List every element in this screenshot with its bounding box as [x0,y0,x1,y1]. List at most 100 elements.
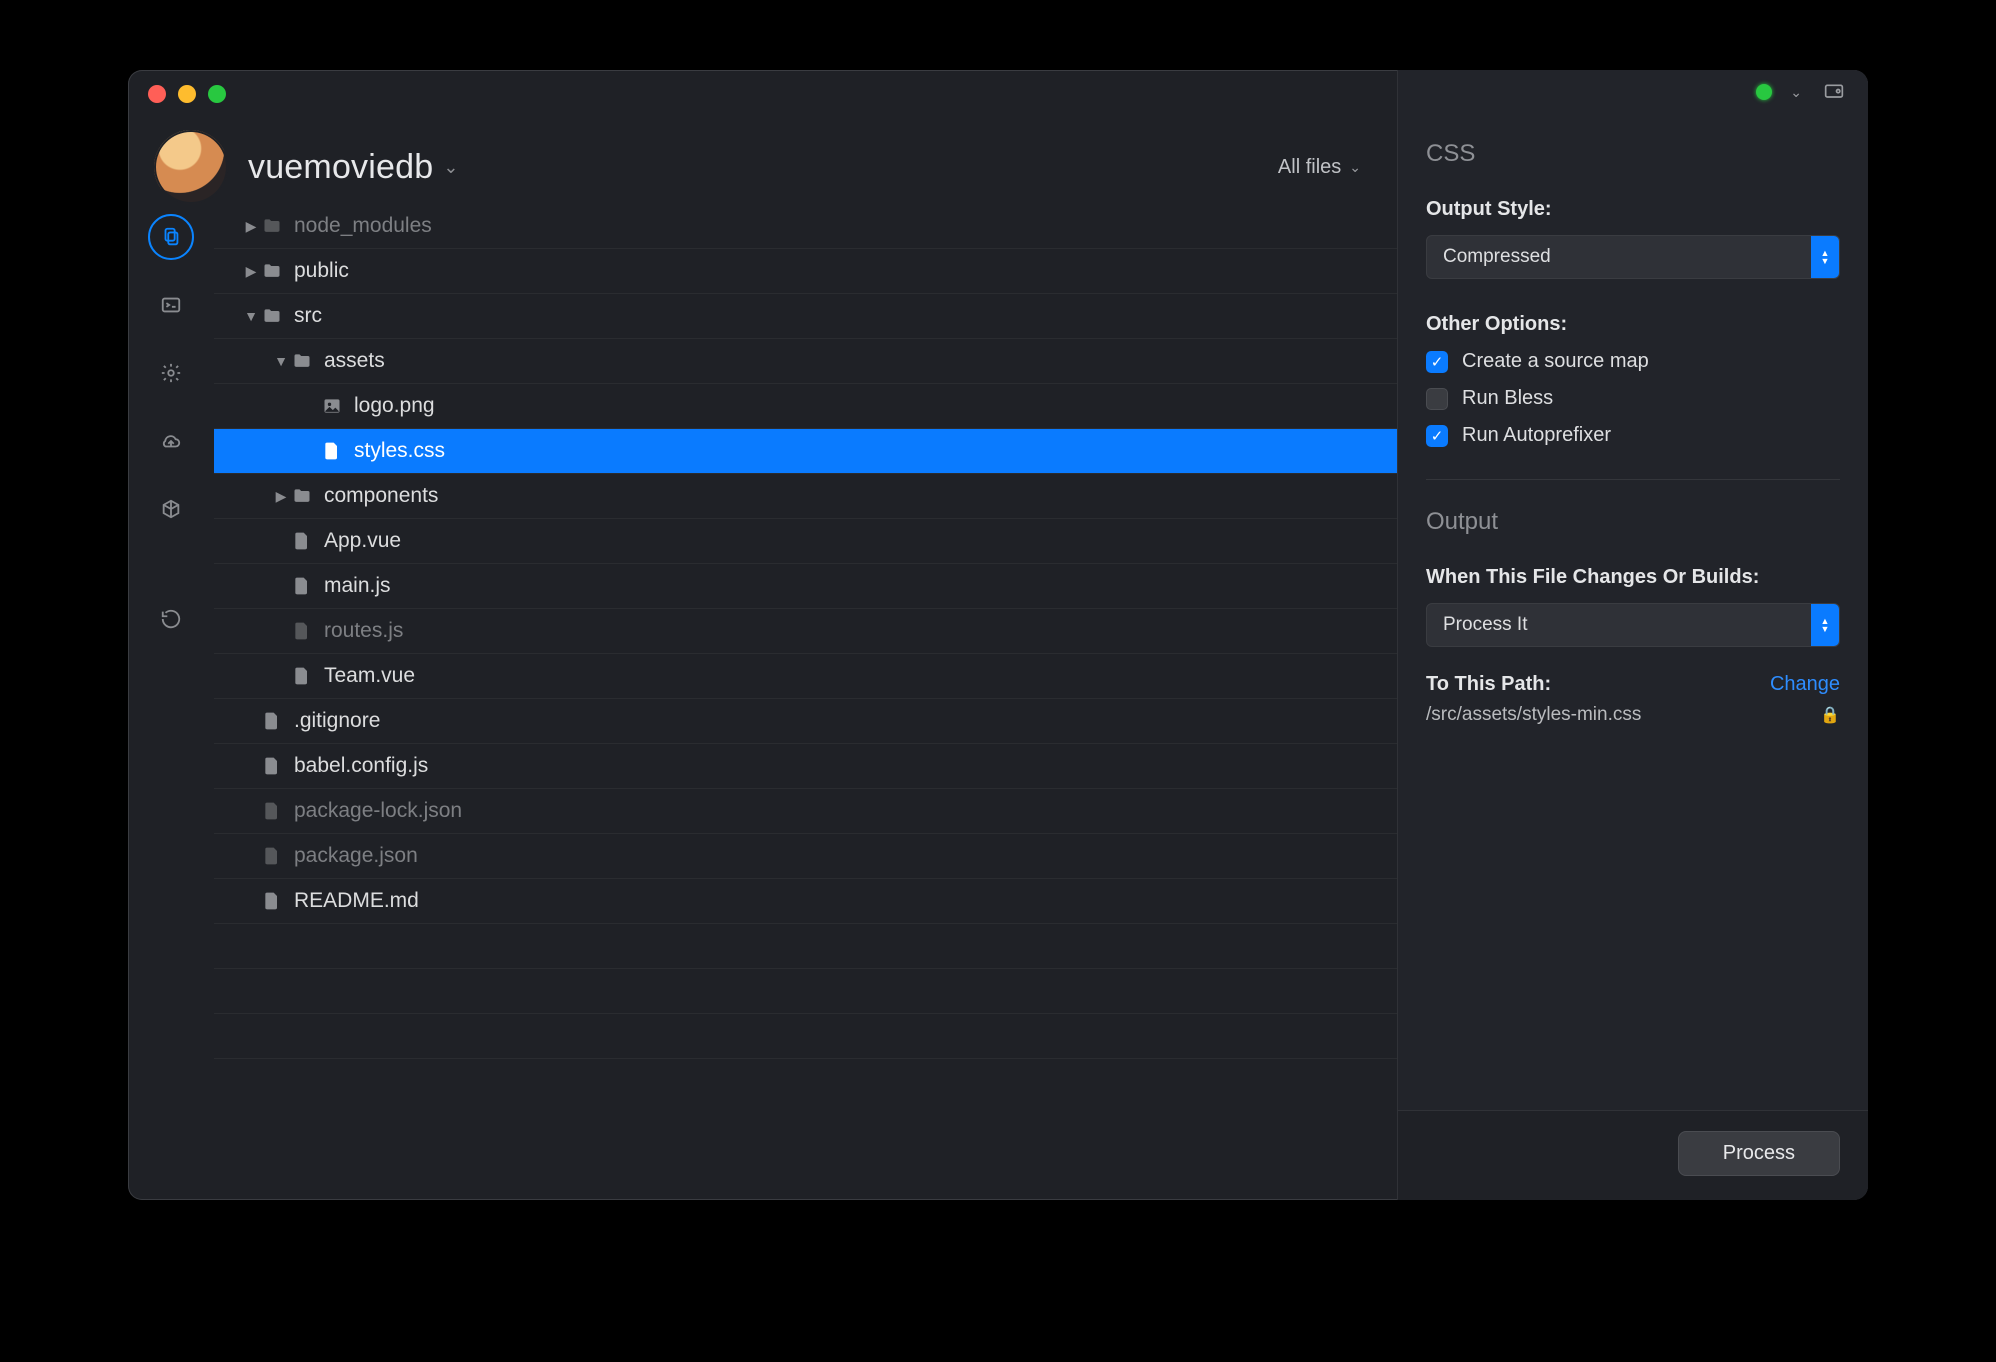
file-row[interactable]: package-lock.json [214,789,1397,834]
folder-icon [290,486,314,506]
preview-toggle-icon[interactable] [1820,82,1848,102]
sidebar-tab-packages[interactable] [148,486,194,532]
file-name-label: package-lock.json [294,799,462,823]
empty-row [214,1014,1397,1059]
folder-icon [260,306,284,326]
empty-row [214,969,1397,1014]
folder-row[interactable]: ▶ public [214,249,1397,294]
inspector-panel: CSS Output Style: Compressed ▲▼ Other Op… [1398,70,1868,1200]
file-name-label: logo.png [354,394,435,418]
output-style-select[interactable]: Compressed ▲▼ [1426,235,1840,279]
select-stepper-icon: ▲▼ [1811,236,1839,278]
zoom-window-button[interactable] [208,85,226,103]
file-name-label: babel.config.js [294,754,428,778]
option-autoprefixer[interactable]: ✓ Run Autoprefixer [1426,424,1840,447]
left-region: vuemoviedb ⌄ All files ⌄ [128,70,1398,1200]
file-name-label: README.md [294,889,419,913]
file-filter-label: All files [1278,156,1341,179]
file-row[interactable]: babel.config.js [214,744,1397,789]
other-options-label: Other Options: [1426,313,1840,336]
file-icon [290,666,314,686]
minimize-window-button[interactable] [178,85,196,103]
output-path-value: /src/assets/styles-min.css [1426,704,1641,726]
select-stepper-icon: ▲▼ [1811,604,1839,646]
file-name-label: components [324,484,438,508]
panel-section-title-css: CSS [1426,140,1840,168]
sidebar-tab-files[interactable] [148,214,194,260]
when-changes-value: Process It [1427,614,1811,636]
to-path-label: To This Path: [1426,673,1551,696]
file-name-label: src [294,304,322,328]
disclosure-arrow-icon[interactable]: ▼ [272,353,290,369]
option-run-bless[interactable]: Run Bless [1426,387,1840,410]
file-icon [260,711,284,731]
sidebar-tab-terminal[interactable] [148,282,194,328]
folder-icon [290,351,314,371]
folder-row[interactable]: ▶ components [214,474,1397,519]
file-row[interactable]: styles.css [214,429,1397,474]
divider [1426,479,1840,480]
file-name-label: public [294,259,349,283]
file-name-label: App.vue [324,529,401,553]
file-row[interactable]: .gitignore [214,699,1397,744]
file-name-label: main.js [324,574,391,598]
file-filter-dropdown[interactable]: All files ⌄ [1278,156,1361,179]
when-changes-label: When This File Changes Or Builds: [1426,566,1840,589]
file-name-label: routes.js [324,619,403,643]
checkbox-off-icon [1426,388,1448,410]
disclosure-arrow-icon[interactable]: ▶ [242,263,260,280]
panel-footer: Process [1398,1110,1868,1200]
project-avatar[interactable] [154,130,228,204]
sidebar-tab-rail [128,204,214,1200]
file-name-label: Team.vue [324,664,415,688]
folder-icon [260,216,284,236]
file-row[interactable]: README.md [214,879,1397,924]
chevron-down-icon: ⌄ [1349,159,1361,176]
project-name-dropdown[interactable]: vuemoviedb ⌄ [248,148,459,187]
option-label: Run Autoprefixer [1462,424,1611,447]
process-button[interactable]: Process [1678,1131,1840,1176]
titlebar: ⌄ [128,70,1868,118]
disclosure-arrow-icon[interactable]: ▶ [272,488,290,505]
chevron-down-icon: ⌄ [443,157,458,178]
window-controls [148,85,226,103]
when-changes-select[interactable]: Process It ▲▼ [1426,603,1840,647]
app-window: ⌄ vuemoviedb ⌄ All files ⌄ [128,70,1868,1200]
image-icon [320,396,344,416]
close-window-button[interactable] [148,85,166,103]
option-source-map[interactable]: ✓ Create a source map [1426,350,1840,373]
folder-row[interactable]: ▼ assets [214,339,1397,384]
file-row[interactable]: routes.js [214,609,1397,654]
file-name-label: package.json [294,844,418,868]
file-row[interactable]: App.vue [214,519,1397,564]
folder-icon [260,261,284,281]
file-icon [260,756,284,776]
file-icon [260,801,284,821]
checkbox-on-icon: ✓ [1426,425,1448,447]
sidebar-tab-refresh[interactable] [148,596,194,642]
file-tree: ▶node_modules▶public▼src▼assetslogo.pngs… [214,204,1397,1200]
folder-row[interactable]: ▼ src [214,294,1397,339]
file-icon [260,846,284,866]
file-name-label: assets [324,349,385,373]
option-label: Run Bless [1462,387,1553,410]
sidebar-tab-cloud[interactable] [148,418,194,464]
disclosure-arrow-icon[interactable]: ▼ [242,308,260,324]
status-menu-chevron-icon[interactable]: ⌄ [1790,84,1802,101]
checkbox-on-icon: ✓ [1426,351,1448,373]
file-row[interactable]: main.js [214,564,1397,609]
lock-icon: 🔒 [1820,705,1840,725]
file-icon [290,576,314,596]
project-header: vuemoviedb ⌄ All files ⌄ [128,116,1397,204]
sidebar-tab-settings[interactable] [148,350,194,396]
folder-row[interactable]: ▶node_modules [214,204,1397,249]
server-status-indicator [1756,84,1772,100]
file-row[interactable]: package.json [214,834,1397,879]
change-path-link[interactable]: Change [1770,673,1840,696]
file-row[interactable]: Team.vue [214,654,1397,699]
file-row[interactable]: logo.png [214,384,1397,429]
disclosure-arrow-icon[interactable]: ▶ [242,218,260,235]
output-style-value: Compressed [1427,246,1811,268]
file-icon [320,441,344,461]
file-icon [290,531,314,551]
